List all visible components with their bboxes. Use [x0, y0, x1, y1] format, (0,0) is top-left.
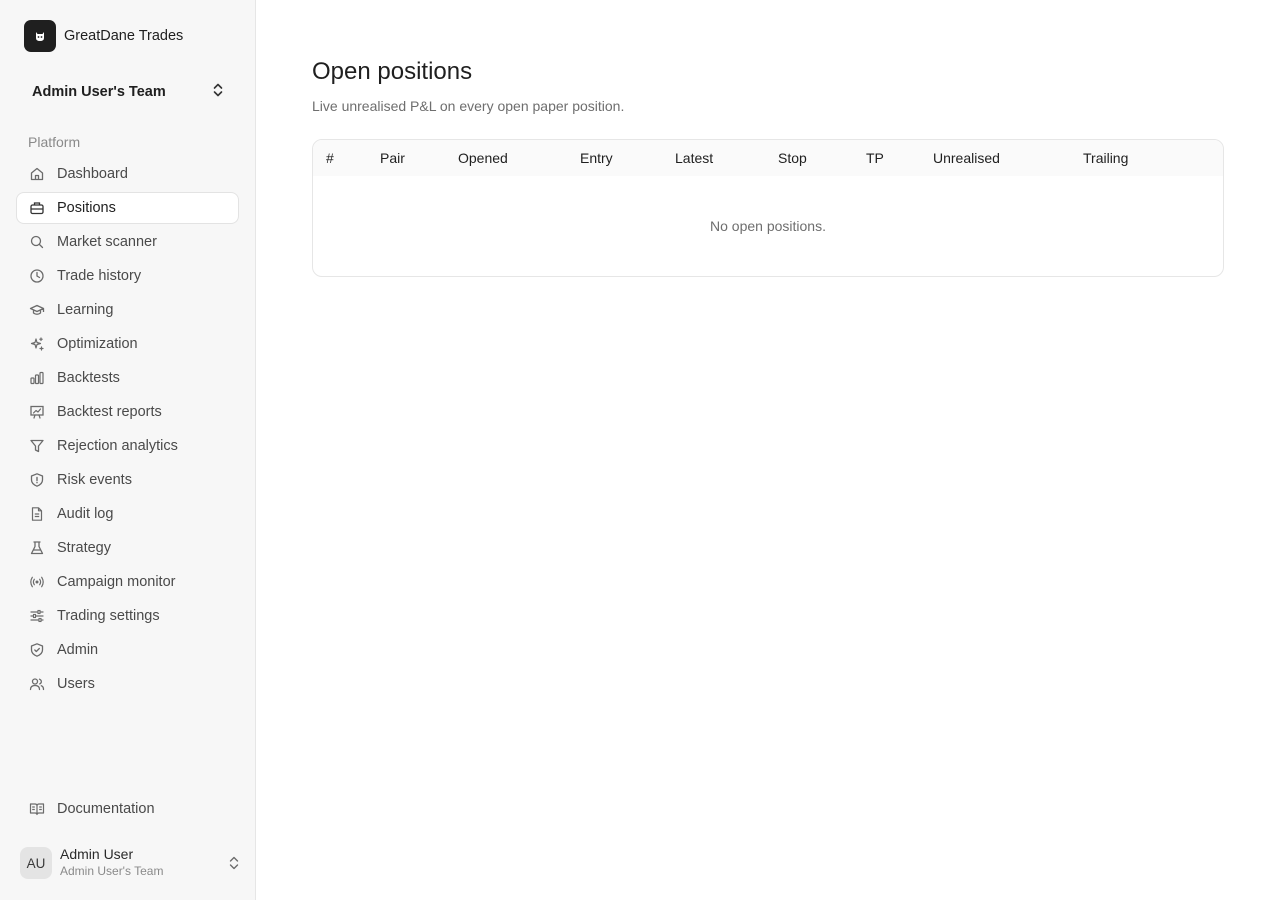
column-header-pair[interactable]: Pair — [380, 150, 405, 166]
sidebar-item-risk-events[interactable]: Risk events — [16, 464, 239, 496]
team-name: Admin User's Team — [32, 84, 166, 100]
column-header-trailing[interactable]: Trailing — [1083, 150, 1128, 166]
user-info: Admin User Admin User's Team — [60, 846, 163, 880]
column-header-tp[interactable]: TP — [866, 150, 884, 166]
chevrons-up-down-icon — [212, 82, 224, 103]
users-icon — [29, 676, 45, 692]
sidebar-item-label: Positions — [57, 200, 116, 216]
table-header: # Pair Opened Entry Latest Stop TP Unrea… — [313, 140, 1223, 176]
sidebar-item-optimization[interactable]: Optimization — [16, 328, 239, 360]
team-switcher[interactable]: Admin User's Team — [16, 76, 240, 108]
filter-icon — [29, 438, 45, 454]
sidebar-item-label: Backtests — [57, 370, 120, 386]
sidebar-item-label: Risk events — [57, 472, 132, 488]
user-name: Admin User — [60, 846, 134, 862]
brand-name: GreatDane Trades — [64, 28, 184, 44]
sidebar-item-backtest-reports[interactable]: Backtest reports — [16, 396, 239, 428]
brand[interactable]: GreatDane Trades — [24, 20, 183, 52]
sidebar-item-label: Trade history — [57, 268, 142, 284]
flask-icon — [29, 540, 45, 556]
sidebar-item-trading-settings[interactable]: Trading settings — [16, 600, 239, 632]
positions-table: # Pair Opened Entry Latest Stop TP Unrea… — [312, 139, 1224, 277]
sidebar-item-rejection-analytics[interactable]: Rejection analytics — [16, 430, 239, 462]
column-header-unrealised[interactable]: Unrealised — [933, 150, 1000, 166]
sidebar-docs: Documentation — [16, 793, 239, 827]
book-open-icon — [29, 801, 45, 817]
graduation-cap-icon — [29, 302, 45, 318]
sidebar-item-label: Documentation — [57, 801, 155, 817]
search-icon — [29, 234, 45, 250]
sidebar-item-campaign-monitor[interactable]: Campaign monitor — [16, 566, 239, 598]
sidebar-item-positions[interactable]: Positions — [16, 192, 239, 224]
sidebar-item-documentation[interactable]: Documentation — [16, 793, 239, 825]
clock-icon — [29, 268, 45, 284]
section-label-platform: Platform — [28, 134, 81, 150]
column-header-stop[interactable]: Stop — [778, 150, 807, 166]
sidebar-item-trade-history[interactable]: Trade history — [16, 260, 239, 292]
page-subtitle: Live unrealised P&L on every open paper … — [312, 98, 625, 114]
sidebar-item-label: Campaign monitor — [57, 574, 176, 590]
sidebar-item-label: Strategy — [57, 540, 111, 556]
user-team: Admin User's Team — [60, 864, 164, 878]
sidebar-item-audit-log[interactable]: Audit log — [16, 498, 239, 530]
sidebar-item-label: Learning — [57, 302, 114, 318]
dog-logo-icon — [24, 20, 56, 52]
sidebar-item-label: Rejection analytics — [57, 438, 178, 454]
shield-alert-icon — [29, 472, 45, 488]
sidebar-item-label: Optimization — [57, 336, 138, 352]
sidebar-item-dashboard[interactable]: Dashboard — [16, 158, 239, 190]
sidebar-item-users[interactable]: Users — [16, 668, 239, 700]
main-content: Open positions Live unrealised P&L on ev… — [312, 56, 1224, 277]
sidebar: GreatDane Trades Admin User's Team Platf… — [0, 0, 256, 900]
user-menu[interactable]: AU Admin User Admin User's Team — [20, 843, 240, 883]
sparkles-icon — [29, 336, 45, 352]
home-icon — [29, 166, 45, 182]
sidebar-item-label: Market scanner — [57, 234, 157, 250]
bar-chart-icon — [29, 370, 45, 386]
briefcase-icon — [29, 200, 45, 216]
column-header-entry[interactable]: Entry — [580, 150, 613, 166]
column-header-number[interactable]: # — [326, 150, 334, 166]
sliders-icon — [29, 608, 45, 624]
sidebar-item-label: Audit log — [57, 506, 114, 522]
avatar: AU — [20, 847, 52, 879]
sidebar-nav: Dashboard Positions Market scanner Trade… — [16, 158, 239, 702]
sidebar-item-admin[interactable]: Admin — [16, 634, 239, 666]
sidebar-item-backtests[interactable]: Backtests — [16, 362, 239, 394]
radio-icon — [29, 574, 45, 590]
empty-state: No open positions. — [710, 218, 826, 234]
file-text-icon — [29, 506, 45, 522]
shield-check-icon — [29, 642, 45, 658]
column-header-latest[interactable]: Latest — [675, 150, 713, 166]
page-title: Open positions — [312, 58, 473, 85]
column-header-opened[interactable]: Opened — [458, 150, 508, 166]
sidebar-item-label: Admin — [57, 642, 99, 658]
chevrons-up-down-icon — [228, 855, 240, 876]
sidebar-item-learning[interactable]: Learning — [16, 294, 239, 326]
sidebar-item-label: Backtest reports — [57, 404, 162, 420]
sidebar-item-strategy[interactable]: Strategy — [16, 532, 239, 564]
sidebar-item-label: Users — [57, 676, 95, 692]
sidebar-item-label: Trading settings — [57, 608, 160, 624]
presentation-chart-icon — [29, 404, 45, 420]
sidebar-item-market-scanner[interactable]: Market scanner — [16, 226, 239, 258]
sidebar-item-label: Dashboard — [57, 166, 128, 182]
